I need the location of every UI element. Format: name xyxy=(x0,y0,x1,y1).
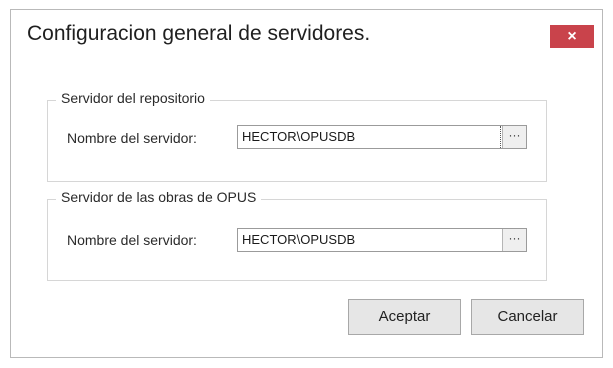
repository-server-group: Servidor del repositorio Nombre del serv… xyxy=(47,90,547,182)
close-icon: × xyxy=(567,28,577,45)
title-bar: Configuracion general de servidores. × xyxy=(11,10,602,60)
works-server-name-label: Nombre del servidor: xyxy=(67,232,197,248)
repository-server-input[interactable]: HECTOR\OPUSDB xyxy=(238,126,501,148)
dialog-title: Configuracion general de servidores. xyxy=(27,22,371,45)
repository-browse-button[interactable]: ··· xyxy=(502,126,526,148)
repository-group-legend: Servidor del repositorio xyxy=(56,90,210,106)
works-server-input[interactable]: HECTOR\OPUSDB xyxy=(238,229,502,251)
accept-button[interactable]: Aceptar xyxy=(348,299,461,335)
works-group-legend: Servidor de las obras de OPUS xyxy=(56,189,262,205)
works-server-group: Servidor de las obras de OPUS Nombre del… xyxy=(47,189,547,281)
works-browse-button[interactable]: ··· xyxy=(502,229,526,251)
works-server-field[interactable]: HECTOR\OPUSDB ··· xyxy=(237,228,527,252)
repository-server-field[interactable]: HECTOR\OPUSDB ··· xyxy=(237,125,527,149)
repository-server-name-label: Nombre del servidor: xyxy=(67,130,197,146)
close-button[interactable]: × xyxy=(550,25,594,48)
cancel-button[interactable]: Cancelar xyxy=(471,299,584,335)
server-config-dialog: Configuracion general de servidores. × S… xyxy=(10,9,603,358)
